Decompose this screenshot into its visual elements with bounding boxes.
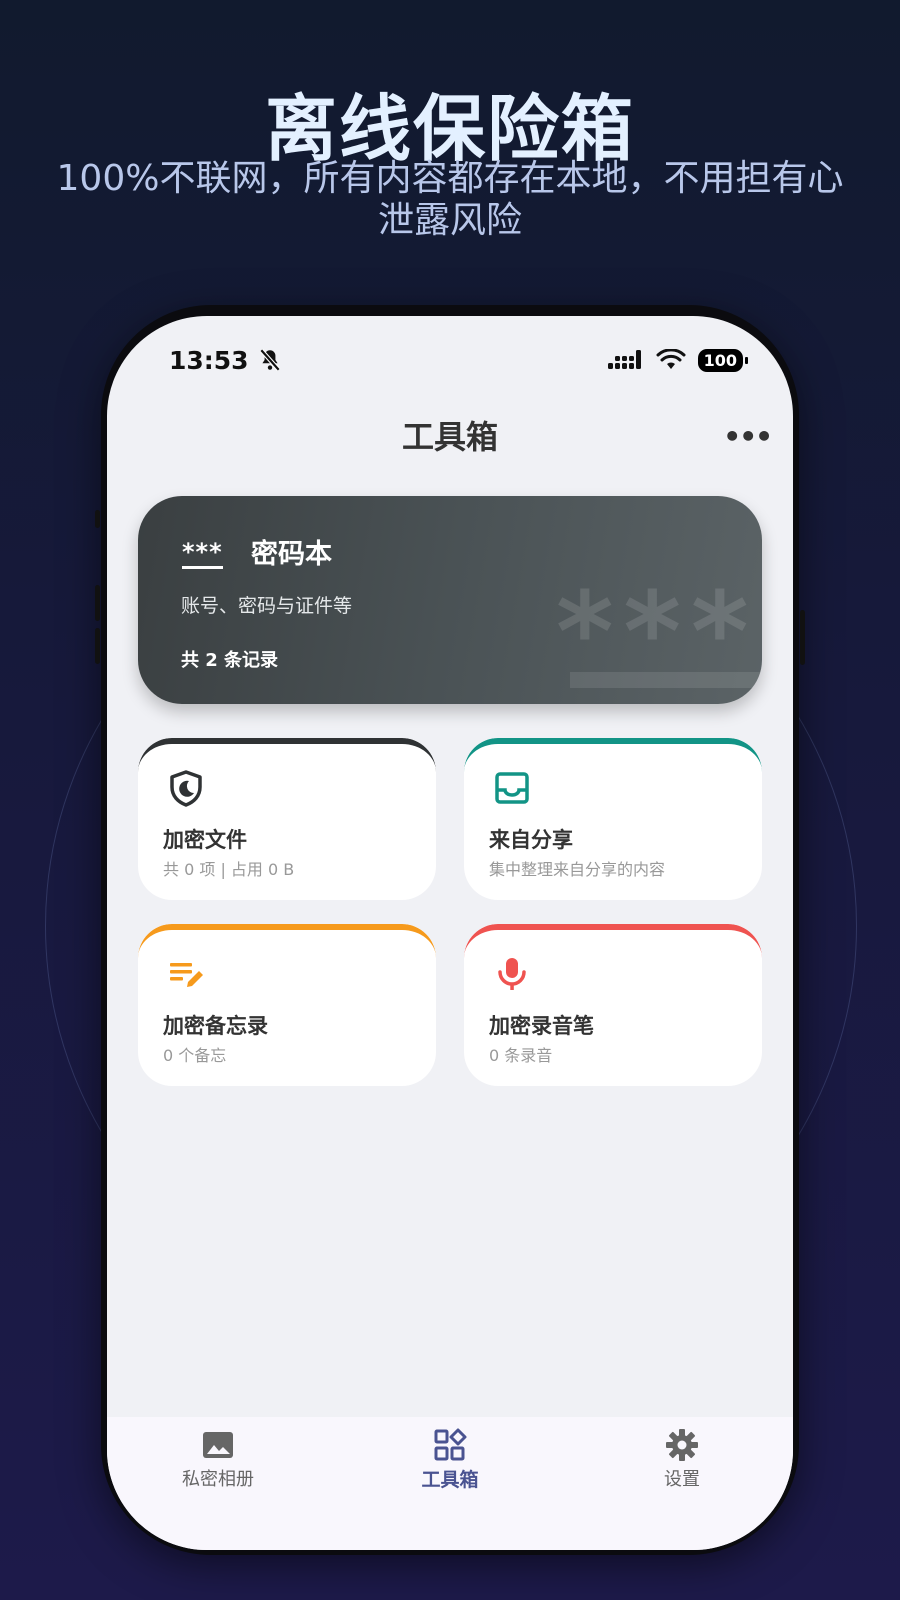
wifi-icon	[656, 349, 686, 369]
nav-item-toolbox[interactable]: 工具箱	[370, 1427, 530, 1492]
tile-title: 来自分享	[489, 828, 573, 852]
phone-power-button	[800, 610, 805, 665]
shield-moon-icon	[170, 770, 202, 807]
tile-subtitle: 集中整理来自分享的内容	[489, 860, 666, 879]
bottom-nav: 私密相册 工具箱 设置	[107, 1417, 793, 1550]
tile-accent-bar	[138, 738, 436, 772]
tile-title: 加密备忘录	[163, 1014, 268, 1038]
battery-icon: 100	[697, 348, 749, 372]
password-watermark-line	[570, 672, 762, 688]
password-book-card[interactable]: *** *** 密码本 账号、密码与证件等 共 2 条记录	[138, 496, 762, 704]
phone-volume-down	[95, 628, 100, 664]
tile-encrypted-notes[interactable]: 加密备忘录 0 个备忘	[138, 924, 436, 1086]
signal-icon	[607, 350, 641, 369]
tile-accent-bar	[138, 924, 436, 958]
nav-item-album[interactable]: 私密相册	[138, 1427, 298, 1491]
status-time: 13:53	[169, 345, 249, 375]
password-card-description: 账号、密码与证件等	[181, 595, 353, 617]
tile-encrypted-files[interactable]: 加密文件 共 0 项 | 占用 0 B	[138, 738, 436, 900]
tile-subtitle: 0 条录音	[489, 1046, 553, 1065]
status-icons: 100	[607, 348, 749, 372]
hero-subtitle: 100%不联网，所有内容都存在本地，不用担有心泄露风险	[56, 158, 844, 241]
tile-accent-bar	[464, 738, 762, 772]
bell-off-icon	[259, 348, 280, 372]
tile-accent-bar	[464, 924, 762, 958]
gear-icon	[666, 1429, 698, 1461]
tile-title: 加密文件	[163, 828, 247, 852]
image-icon	[203, 1432, 233, 1458]
notes-edit-icon	[170, 963, 203, 987]
microphone-icon	[498, 958, 526, 990]
phone-screen: 13:53 100 工具箱 ••• *** *** 密码本 账号、密码与证件等 …	[107, 316, 793, 1550]
grid-shapes-icon	[434, 1428, 467, 1461]
nav-label: 设置	[664, 1469, 700, 1490]
password-stars-icon: ***	[182, 538, 223, 569]
status-time-group: 13:53	[169, 346, 283, 375]
phone-volume-up	[95, 585, 100, 621]
tile-encrypted-recorder[interactable]: 加密录音笔 0 条录音	[464, 924, 762, 1086]
tile-subtitle: 共 0 项 | 占用 0 B	[163, 860, 295, 879]
page-title: 工具箱	[401, 418, 498, 456]
tile-shared-content[interactable]: 来自分享 集中整理来自分享的内容	[464, 738, 762, 900]
inbox-icon	[495, 772, 529, 804]
password-card-title: 密码本	[251, 539, 332, 570]
password-card-count: 共 2 条记录	[181, 650, 279, 671]
nav-label: 私密相册	[182, 1469, 254, 1490]
nav-label: 工具箱	[421, 1469, 479, 1491]
more-options-button[interactable]: •••	[723, 420, 773, 453]
status-bar: 13:53 100	[169, 342, 749, 378]
phone-side-button	[95, 510, 100, 528]
tile-subtitle: 0 个备忘	[163, 1046, 227, 1065]
app-bar: 工具箱 •••	[107, 412, 793, 472]
nav-item-settings[interactable]: 设置	[602, 1427, 762, 1491]
tile-title: 加密录音笔	[489, 1014, 594, 1038]
